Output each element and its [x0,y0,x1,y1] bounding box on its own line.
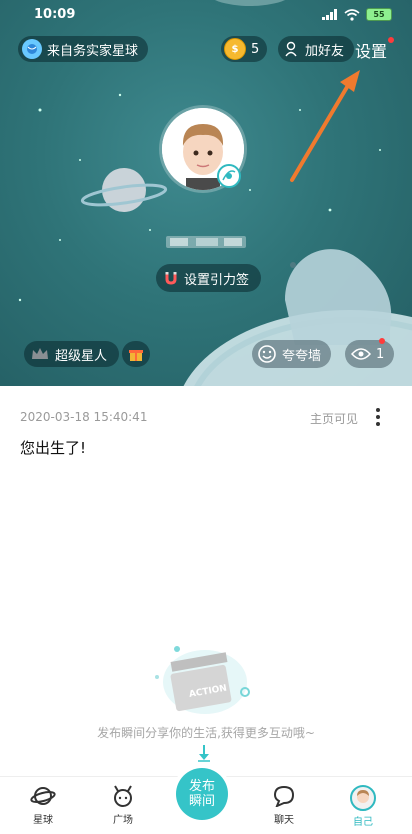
add-friend-button[interactable]: 加好友 [278,36,355,62]
super-star-button[interactable]: 超级星人 [24,341,120,367]
saturn-planet-decoration [80,168,168,212]
set-gravity-tag-label: 设置引力签 [184,272,250,288]
alien-face-icon [114,785,132,807]
me-avatar-icon [350,785,376,811]
tab-planet-label: 星球 [33,815,53,826]
status-indicators: 55 [322,8,392,21]
coin-balance-button[interactable]: $ 5 [221,36,268,62]
gift-button[interactable] [122,341,150,367]
publish-moment-button[interactable]: 发布 瞬间 [176,768,228,820]
chat-bubble-icon [273,785,295,807]
tab-planet[interactable]: 星球 [13,785,73,826]
coin-count: 5 [251,41,260,57]
arrow-down-icon [198,745,210,762]
tab-chat-label: 聊天 [274,815,294,826]
tab-me-label: 自己 [353,817,373,828]
add-user-icon [284,39,300,59]
visitors-button[interactable]: 1 [345,340,395,368]
origin-planet-label: 来自务实家星球 [47,43,139,59]
empty-state-message: 发布瞬间分享你的生活,获得更多互动哦~ [97,726,315,740]
planet-icon [22,39,42,59]
more-options-icon[interactable] [372,406,384,428]
planet-icon [30,787,56,805]
satellite-icon [222,170,236,181]
post-timestamp: 2020-03-18 15:40:41 [20,410,148,424]
profile-hero: 10:09 55 来自务实家星球 $ 5 加好友 设置 设置引力签 超级星人 夸… [0,0,412,386]
avatar-edit-badge[interactable] [217,164,241,188]
praise-wall-button[interactable]: 夸夸墙 [252,340,332,368]
wifi-icon [344,8,360,21]
add-friend-label: 加好友 [305,43,345,59]
publish-label-line2: 瞬间 [188,794,215,809]
post-visibility[interactable]: 主页可见 [310,410,358,427]
status-time: 10:09 [34,7,76,22]
tab-square[interactable]: 广场 [93,785,153,826]
visitor-count: 1 [376,346,385,362]
username-redacted [166,236,246,248]
signal-icon [322,9,337,20]
tab-square-label: 广场 [113,815,133,826]
praise-wall-label: 夸夸墙 [282,348,322,364]
settings-button[interactable]: 设置 [355,38,387,62]
origin-planet-button[interactable]: 来自务实家星球 [18,36,149,62]
status-bar: 10:09 55 [0,0,412,30]
crown-icon [30,344,50,364]
visitor-notification-dot [379,338,385,344]
set-gravity-tag-button[interactable]: 设置引力签 [156,264,262,292]
gift-icon [129,350,143,361]
eye-icon [351,344,371,364]
publish-label-line1: 发布 [188,779,215,794]
battery-icon: 55 [366,8,392,21]
tab-chat[interactable]: 聊天 [254,785,314,826]
notification-dot [388,37,394,43]
super-star-label: 超级星人 [55,348,108,364]
coin-icon: $ [224,38,246,60]
smile-icon [257,344,277,364]
clapperboard-illustration: ACTION [155,646,250,714]
magnet-icon [165,272,177,285]
post-text: 您出生了! [20,439,87,457]
tab-me[interactable]: 自己 [333,785,393,828]
